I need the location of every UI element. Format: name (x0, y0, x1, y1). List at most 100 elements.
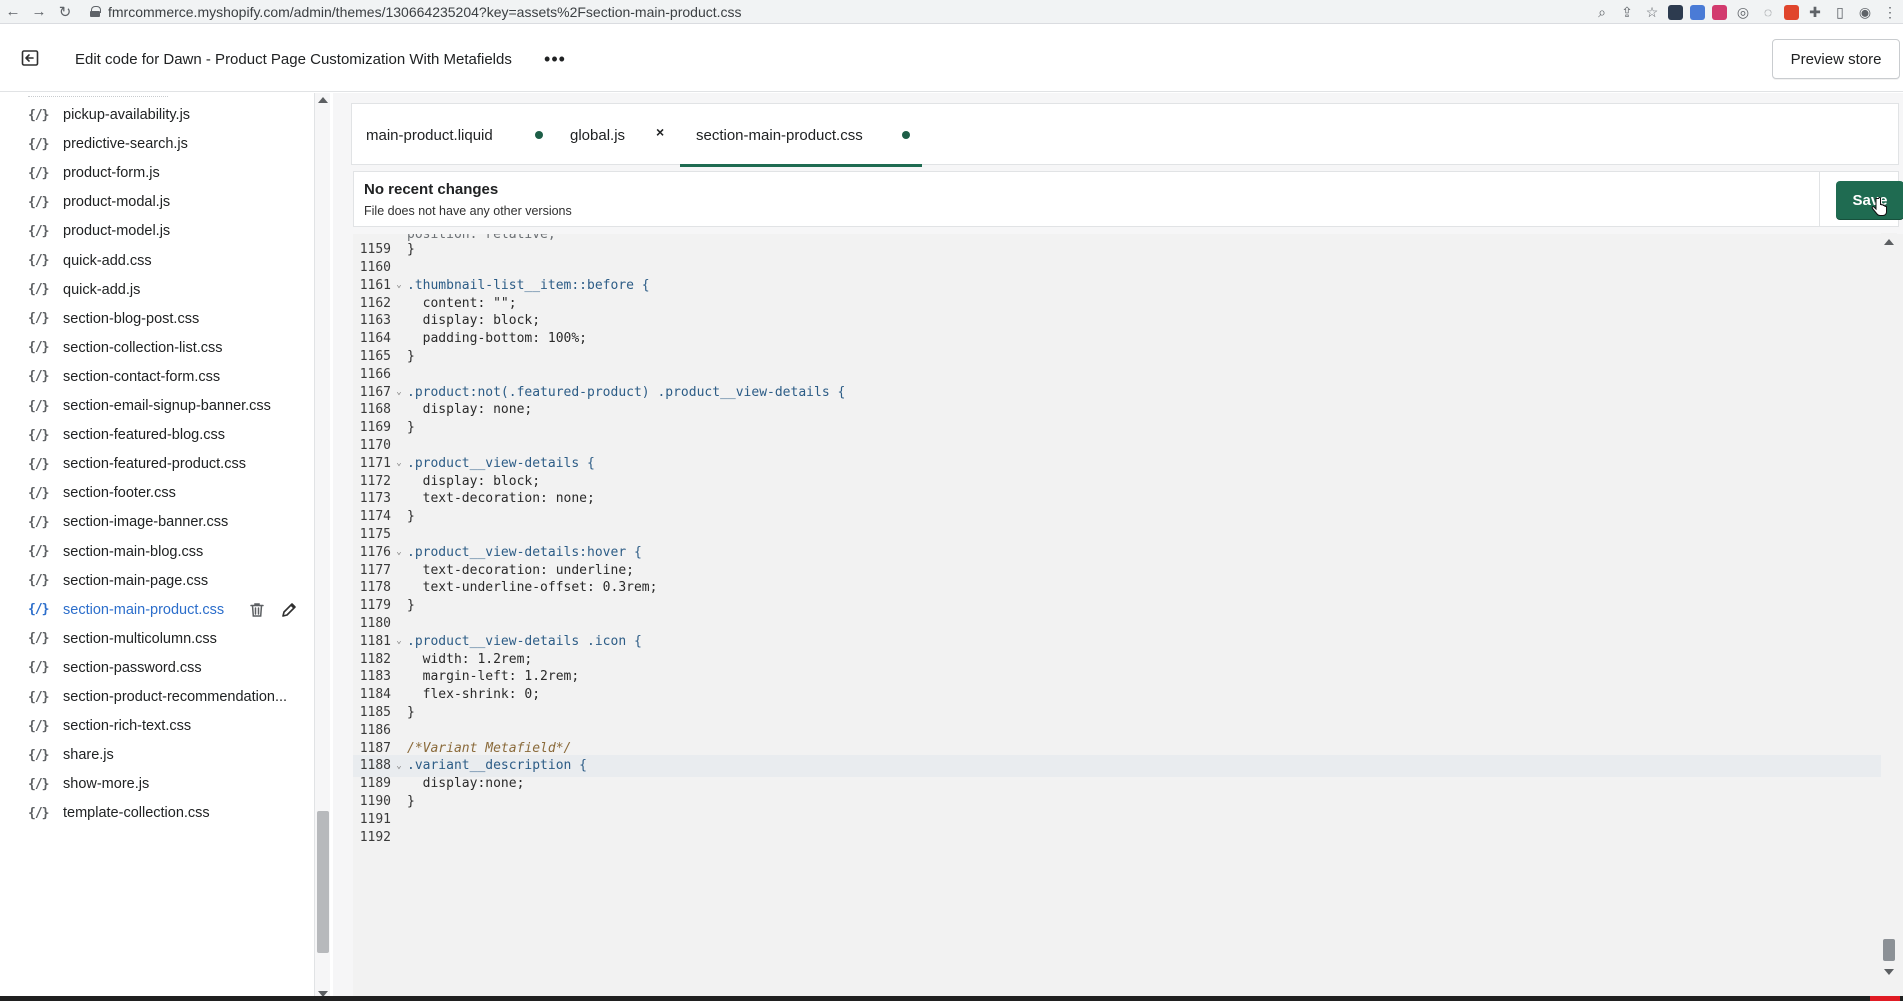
file-item[interactable]: {/} section-multicolumn.css (28, 624, 308, 654)
file-item[interactable]: {/} section-featured-product.css (28, 449, 308, 479)
code-file-icon: {/} (28, 398, 49, 414)
code-text: .product__view-details:hover { (407, 544, 642, 560)
zoom-icon[interactable]: ⌕ (1593, 3, 1611, 21)
scroll-up-icon[interactable] (318, 97, 328, 103)
share-icon[interactable]: ⇪ (1618, 3, 1636, 21)
file-name: section-main-page.css (63, 572, 209, 589)
scrollbar-thumb[interactable] (1883, 939, 1895, 961)
file-item[interactable]: {/} section-blog-post.css (28, 304, 308, 334)
file-item[interactable]: {/} show-more.js (28, 769, 308, 799)
fold-chevron-icon[interactable]: ⌄ (391, 280, 407, 290)
file-item[interactable]: {/} pickup-availability.js (28, 100, 308, 130)
unsaved-dot-icon (902, 131, 910, 139)
tab-label: section-main-product.css (696, 126, 863, 144)
close-icon[interactable]: × (656, 124, 664, 140)
fold-chevron-icon[interactable]: ⌄ (391, 761, 407, 771)
code-text: /*Variant Metafield*/ (407, 740, 572, 756)
color-picker-extension-icon[interactable] (1712, 4, 1727, 20)
file-item[interactable]: {/} share.js (28, 740, 308, 770)
file-item[interactable]: {/} section-product-recommendation... (28, 682, 308, 712)
code-file-icon: {/} (28, 311, 49, 327)
back-icon[interactable]: ← (0, 0, 26, 24)
extension-icon[interactable] (1668, 4, 1683, 20)
code-editor[interactable]: position: relative; 1159} 1160 1161 ⌄ .thumb… (353, 234, 1903, 1001)
trash-icon[interactable] (248, 601, 266, 619)
extension-icon[interactable] (1784, 4, 1799, 20)
preview-store-button[interactable]: Preview store (1772, 39, 1900, 79)
line-number: 1174 (359, 509, 391, 525)
code-file-icon: {/} (28, 136, 49, 152)
tab-main-product-liquid[interactable]: main-product.liquid (366, 104, 543, 166)
code-file-icon: {/} (28, 340, 49, 356)
code-text: content: ""; (407, 295, 517, 311)
line-number: 1177 (359, 562, 391, 578)
more-actions-button[interactable]: ••• (543, 47, 567, 71)
line-number: 1170 (359, 438, 391, 454)
code-file-icon: {/} (28, 223, 49, 239)
file-item[interactable]: {/} product-model.js (28, 216, 308, 246)
pencil-icon[interactable] (280, 601, 298, 619)
file-item[interactable]: {/} section-main-product.css (28, 595, 308, 625)
line-number: 1190 (359, 794, 391, 810)
kebab-menu-icon[interactable]: ⋮ (1881, 3, 1899, 21)
file-item[interactable]: {/} section-password.css (28, 653, 308, 683)
translate-extension-icon[interactable] (1690, 4, 1705, 20)
file-item[interactable]: {/} section-featured-blog.css (28, 420, 308, 450)
code-text: .product__view-details .icon { (407, 633, 642, 649)
extension-icon[interactable]: ◎ (1734, 3, 1752, 21)
file-item[interactable]: {/} section-footer.css (28, 478, 308, 508)
tab-global-js[interactable]: global.js × (570, 104, 665, 166)
code-file-icon: {/} (28, 573, 49, 589)
reload-icon[interactable]: ↻ (52, 0, 78, 24)
code-text: .product:not(.featured-product) .product… (407, 384, 846, 400)
scroll-down-icon[interactable] (1884, 969, 1894, 975)
forward-icon[interactable]: → (26, 0, 52, 24)
puzzle-extensions-icon[interactable]: ✚ (1806, 3, 1824, 21)
extension-icon[interactable]: ◌ (1759, 3, 1777, 21)
file-name: section-rich-text.css (63, 718, 192, 735)
sidebar-scrollbar[interactable] (314, 93, 330, 1001)
editor-header: Edit code for Dawn - Product Page Custom… (0, 25, 1903, 92)
file-item[interactable]: {/} section-contact-form.css (28, 362, 308, 392)
file-item[interactable]: {/} product-form.js (28, 158, 308, 188)
code-file-icon: {/} (28, 602, 49, 618)
address-bar[interactable]: fmrcommerce.myshopify.com/admin/themes/1… (90, 0, 1470, 24)
code-line[interactable]: 1192 (353, 826, 1883, 848)
line-number: 1164 (359, 331, 391, 347)
bookmark-star-icon[interactable]: ☆ (1643, 3, 1661, 21)
file-item[interactable]: {/} quick-add.css (28, 246, 308, 276)
file-item[interactable]: {/} section-image-banner.css (28, 507, 308, 537)
scrollbar-thumb[interactable] (317, 811, 329, 953)
code-text: text-underline-offset: 0.3rem; (407, 580, 658, 596)
code-file-icon: {/} (28, 718, 49, 734)
file-name: product-form.js (63, 165, 160, 182)
scroll-up-icon[interactable] (1884, 239, 1894, 245)
fold-chevron-icon[interactable]: ⌄ (391, 458, 407, 468)
file-item[interactable]: {/} section-main-page.css (28, 566, 308, 596)
code-file-icon: {/} (28, 544, 49, 559)
file-item[interactable]: {/} quick-add.js (28, 275, 308, 305)
sidebar-toggle-icon[interactable]: ▯ (1831, 3, 1849, 21)
file-item[interactable]: {/} section-main-blog.css (28, 537, 308, 567)
file-item[interactable]: {/} section-collection-list.css (28, 333, 308, 363)
line-number: 1180 (359, 616, 391, 632)
fold-chevron-icon[interactable]: ⌄ (391, 636, 407, 646)
profile-avatar-icon[interactable]: ◉ (1856, 3, 1874, 21)
fold-chevron-icon[interactable]: ⌄ (391, 387, 407, 397)
exit-icon[interactable] (18, 47, 42, 69)
browser-toolbar: ← → ↻ fmrcommerce.myshopify.com/admin/th… (0, 0, 1903, 24)
file-name: quick-add.js (63, 281, 141, 298)
file-item[interactable]: {/} predictive-search.js (28, 129, 308, 159)
code-scrollbar[interactable] (1881, 233, 1897, 1001)
line-number: 1187 (359, 740, 391, 756)
file-item[interactable]: {/} section-email-signup-banner.css (28, 391, 308, 421)
file-item[interactable]: {/} section-rich-text.css (28, 711, 308, 741)
file-item[interactable]: {/} product-modal.js (28, 187, 308, 217)
file-name: product-modal.js (63, 194, 171, 211)
fold-chevron-icon[interactable]: ⌄ (391, 547, 407, 557)
file-name: section-email-signup-banner.css (63, 398, 271, 414)
code-file-icon: {/} (28, 427, 49, 443)
tab-section-main-product-css[interactable]: section-main-product.css (680, 104, 922, 167)
line-number: 1188 (359, 758, 391, 774)
file-item[interactable]: {/} template-collection.css (28, 798, 308, 828)
